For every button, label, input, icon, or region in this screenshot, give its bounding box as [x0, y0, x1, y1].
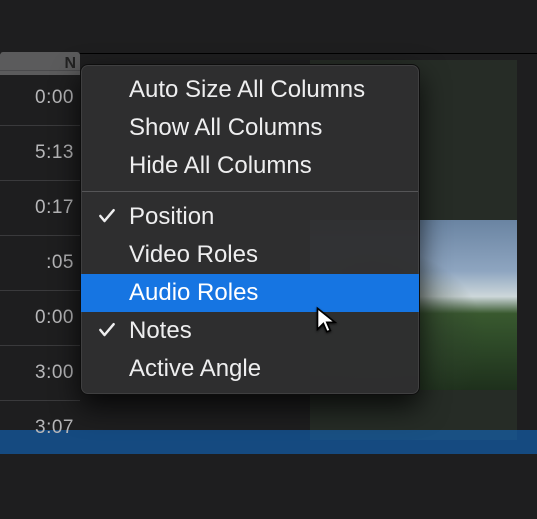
menu-item-label: Auto Size All Columns [129, 76, 365, 104]
menu-item-active-angle[interactable]: Active Angle [81, 350, 419, 388]
timecode-cell: 3:00 [0, 345, 80, 400]
timecode-cell: 0:00 [0, 290, 80, 345]
menu-item-label: Video Roles [129, 241, 258, 269]
column-context-menu: Auto Size All Columns Show All Columns H… [80, 64, 420, 395]
timecode-column: 0:00 5:13 0:17 :05 0:00 3:00 3:07 [0, 70, 80, 455]
menu-item-position[interactable]: Position [81, 198, 419, 236]
menu-item-label: Hide All Columns [129, 152, 312, 180]
menu-item-label: Notes [129, 317, 192, 345]
clip-audio-waveform [0, 430, 537, 454]
menu-item-notes[interactable]: Notes [81, 312, 419, 350]
menu-item-hide-all-columns[interactable]: Hide All Columns [81, 147, 419, 185]
menu-item-audio-roles[interactable]: Audio Roles [81, 274, 419, 312]
menu-item-label: Show All Columns [129, 114, 322, 142]
menu-separator [82, 191, 418, 192]
timecode-cell: 0:17 [0, 180, 80, 235]
divider [0, 53, 537, 54]
timecode-cell: :05 [0, 235, 80, 290]
menu-item-show-all-columns[interactable]: Show All Columns [81, 109, 419, 147]
menu-item-video-roles[interactable]: Video Roles [81, 236, 419, 274]
check-icon [97, 206, 117, 226]
timecode-cell: 0:00 [0, 70, 80, 125]
timecode-cell: 3:07 [0, 400, 80, 455]
menu-item-auto-size-all-columns[interactable]: Auto Size All Columns [81, 71, 419, 109]
menu-item-label: Position [129, 203, 214, 231]
check-icon [97, 320, 117, 340]
menu-item-label: Active Angle [129, 355, 261, 383]
menu-item-label: Audio Roles [129, 279, 258, 307]
timecode-cell: 5:13 [0, 125, 80, 180]
